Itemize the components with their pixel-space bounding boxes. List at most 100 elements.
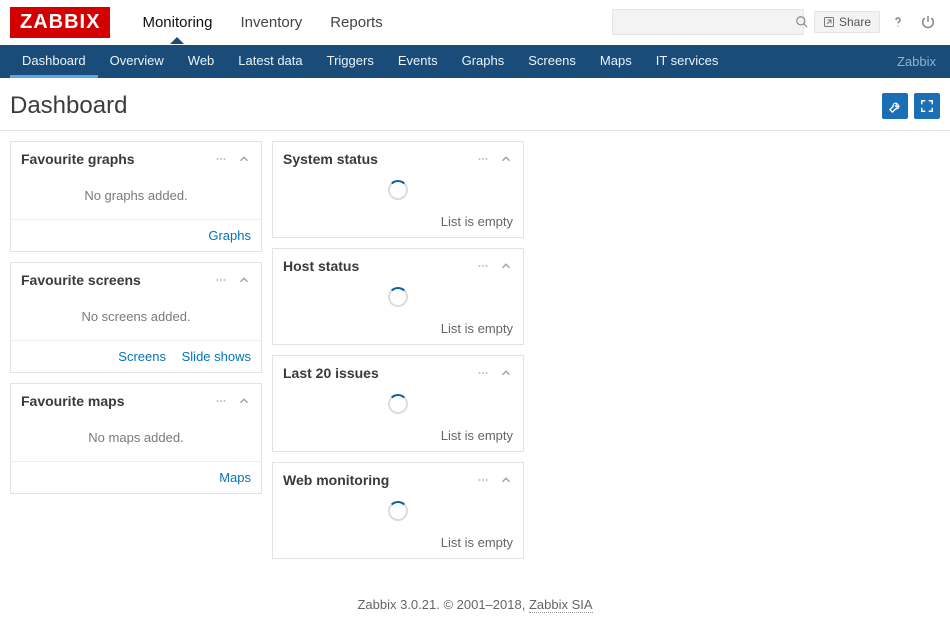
share-button[interactable]: Share: [814, 11, 880, 33]
link-screens[interactable]: Screens: [118, 349, 166, 364]
widget-body: No graphs added.: [11, 176, 261, 219]
fullscreen-button[interactable]: [914, 93, 940, 119]
widget-header: Favourite screens: [11, 263, 261, 297]
widget-title: Last 20 issues: [283, 365, 467, 381]
main-nav-reports[interactable]: Reports: [316, 2, 397, 43]
widget-collapse-button[interactable]: [499, 259, 513, 273]
main-nav-inventory[interactable]: Inventory: [227, 2, 317, 43]
widget-collapse-button[interactable]: [237, 273, 251, 287]
widget-menu-button[interactable]: [213, 274, 229, 286]
dots-icon: [213, 153, 229, 165]
widget-menu-button[interactable]: [475, 153, 491, 165]
widget-title: Favourite screens: [21, 272, 205, 288]
dashboard-widgets: Favourite graphs No graphs added. Graphs…: [0, 131, 950, 569]
logo[interactable]: ZABBIX: [10, 7, 110, 38]
chevron-up-icon: [237, 152, 251, 166]
list-empty-msg: List is empty: [273, 208, 523, 237]
page-header-actions: [882, 93, 940, 119]
chevron-up-icon: [237, 394, 251, 408]
spinner-icon: [388, 287, 408, 307]
main-nav: Monitoring Inventory Reports: [128, 2, 396, 43]
widget-menu-button[interactable]: [475, 260, 491, 272]
configure-button[interactable]: [882, 93, 908, 119]
widget-body: No screens added.: [11, 297, 261, 340]
widget-web-monitoring: Web monitoring List is empty: [272, 462, 524, 559]
spinner-icon: [388, 180, 408, 200]
dots-icon: [213, 274, 229, 286]
sub-nav-triggers[interactable]: Triggers: [315, 45, 386, 78]
loading-row: [273, 497, 523, 529]
footer-text: Zabbix 3.0.21. © 2001–2018,: [357, 597, 528, 612]
list-empty-msg: List is empty: [273, 315, 523, 344]
chevron-up-icon: [499, 473, 513, 487]
sub-nav-graphs[interactable]: Graphs: [450, 45, 517, 78]
sub-nav-web[interactable]: Web: [176, 45, 227, 78]
widget-body: No maps added.: [11, 418, 261, 461]
list-empty-msg: List is empty: [273, 529, 523, 558]
link-maps[interactable]: Maps: [219, 470, 251, 485]
search-box[interactable]: [612, 9, 804, 35]
dots-icon: [475, 153, 491, 165]
wrench-icon: [888, 99, 903, 114]
widget-title: Favourite graphs: [21, 151, 205, 167]
widget-collapse-button[interactable]: [237, 394, 251, 408]
widget-header: Favourite graphs: [11, 142, 261, 176]
chevron-up-icon: [499, 259, 513, 273]
sub-nav: Dashboard Overview Web Latest data Trigg…: [0, 45, 950, 78]
spinner-icon: [388, 394, 408, 414]
widget-header: Favourite maps: [11, 384, 261, 418]
fullscreen-icon: [920, 99, 934, 113]
footer-link[interactable]: Zabbix SIA: [529, 597, 593, 613]
search-icon[interactable]: [795, 15, 809, 29]
search-input[interactable]: [619, 15, 795, 30]
empty-message: No graphs added.: [11, 184, 261, 211]
chevron-up-icon: [499, 152, 513, 166]
link-slideshows[interactable]: Slide shows: [182, 349, 251, 364]
sub-nav-it-services[interactable]: IT services: [644, 45, 731, 78]
share-label: Share: [839, 15, 871, 29]
sub-nav-right-label[interactable]: Zabbix: [897, 54, 940, 69]
page-header: Dashboard: [0, 78, 950, 131]
widget-title: Host status: [283, 258, 467, 274]
loading-row: [273, 283, 523, 315]
widget-last-issues: Last 20 issues List is empty: [272, 355, 524, 452]
link-graphs[interactable]: Graphs: [208, 228, 251, 243]
widget-menu-button[interactable]: [475, 367, 491, 379]
widget-favourite-maps: Favourite maps No maps added. Maps: [10, 383, 262, 494]
spinner-icon: [388, 501, 408, 521]
widget-header: Web monitoring: [273, 463, 523, 497]
list-empty-msg: List is empty: [273, 422, 523, 451]
widget-footer: Maps: [11, 461, 261, 493]
power-icon[interactable]: [920, 14, 940, 30]
sub-nav-screens[interactable]: Screens: [516, 45, 588, 78]
sub-nav-latest-data[interactable]: Latest data: [226, 45, 314, 78]
dots-icon: [475, 260, 491, 272]
widget-collapse-button[interactable]: [499, 366, 513, 380]
widget-system-status: System status List is empty: [272, 141, 524, 238]
widget-header: Last 20 issues: [273, 356, 523, 390]
page-title: Dashboard: [10, 92, 127, 120]
widget-menu-button[interactable]: [213, 153, 229, 165]
main-nav-monitoring[interactable]: Monitoring: [128, 2, 226, 43]
widget-menu-button[interactable]: [213, 395, 229, 407]
widget-host-status: Host status List is empty: [272, 248, 524, 345]
sub-nav-dashboard[interactable]: Dashboard: [10, 45, 98, 78]
widget-title: Web monitoring: [283, 472, 467, 488]
widget-collapse-button[interactable]: [499, 473, 513, 487]
widget-title: Favourite maps: [21, 393, 205, 409]
help-icon[interactable]: [890, 14, 910, 30]
sub-nav-maps[interactable]: Maps: [588, 45, 644, 78]
widget-collapse-button[interactable]: [499, 152, 513, 166]
widget-menu-button[interactable]: [475, 474, 491, 486]
loading-row: [273, 390, 523, 422]
sub-nav-events[interactable]: Events: [386, 45, 450, 78]
widget-collapse-button[interactable]: [237, 152, 251, 166]
chevron-up-icon: [237, 273, 251, 287]
widget-title: System status: [283, 151, 467, 167]
sub-nav-overview[interactable]: Overview: [98, 45, 176, 78]
loading-row: [273, 176, 523, 208]
dots-icon: [213, 395, 229, 407]
widget-favourite-graphs: Favourite graphs No graphs added. Graphs: [10, 141, 262, 252]
widget-column-2: System status List is empty Host status …: [272, 141, 524, 559]
widget-header: Host status: [273, 249, 523, 283]
